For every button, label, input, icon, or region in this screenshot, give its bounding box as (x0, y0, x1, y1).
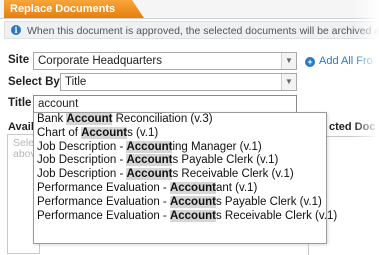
suggestion-item[interactable]: Chart of Accounts (v.1) (34, 126, 326, 141)
select-by-select[interactable]: Title ▼ (60, 73, 297, 91)
site-label: Site (8, 54, 30, 66)
suggestion-item[interactable]: Performance Evaluation - Accountant (v.1… (34, 181, 326, 196)
select-by-label: Select By (8, 76, 60, 88)
title-search-value: account (38, 98, 79, 110)
chevron-down-icon[interactable]: ▼ (281, 74, 296, 90)
title-label: Title (8, 97, 32, 109)
site-select-value: Corporate Headquarters (38, 55, 163, 67)
plus-circle-icon: + (305, 57, 315, 67)
add-all-label: Add All Fro (319, 55, 373, 67)
suggestion-item[interactable]: Job Description - Accounting Manager (v.… (34, 140, 326, 155)
selected-label: cted Doc (329, 121, 376, 133)
replace-documents-dialog: Replace Documents i When this document i… (0, 0, 379, 255)
info-icon: i (11, 25, 21, 35)
title-bar: Replace Documents (0, 0, 379, 19)
dialog-title: Replace Documents (4, 0, 144, 18)
suggestion-item[interactable]: Job Description - Accounts Receivable Cl… (34, 168, 326, 182)
info-text: When this document is approved, the sele… (27, 25, 379, 37)
suggestion-item[interactable]: Job Description - Accounts Payable Clerk… (34, 154, 326, 168)
select-by-value: Title (65, 76, 87, 88)
title-search-input[interactable]: account (33, 95, 297, 113)
available-label: Avail (8, 121, 34, 133)
chevron-down-icon[interactable]: ▼ (281, 53, 296, 69)
info-banner: i When this document is approved, the se… (4, 21, 379, 39)
suggestion-item[interactable]: Bank Account Reconciliation (v.3) (34, 113, 326, 127)
suggestion-item[interactable]: Performance Evaluation - Accounts Payabl… (34, 195, 326, 210)
site-select[interactable]: Corporate Headquarters ▼ (33, 52, 297, 70)
title-suggestions-dropdown: Bank Account Reconciliation (v.3) Chart … (33, 112, 337, 244)
suggestion-item[interactable]: Performance Evaluation - Accounts Receiv… (34, 209, 337, 224)
add-all-button[interactable]: + Add All Fro (305, 54, 373, 68)
